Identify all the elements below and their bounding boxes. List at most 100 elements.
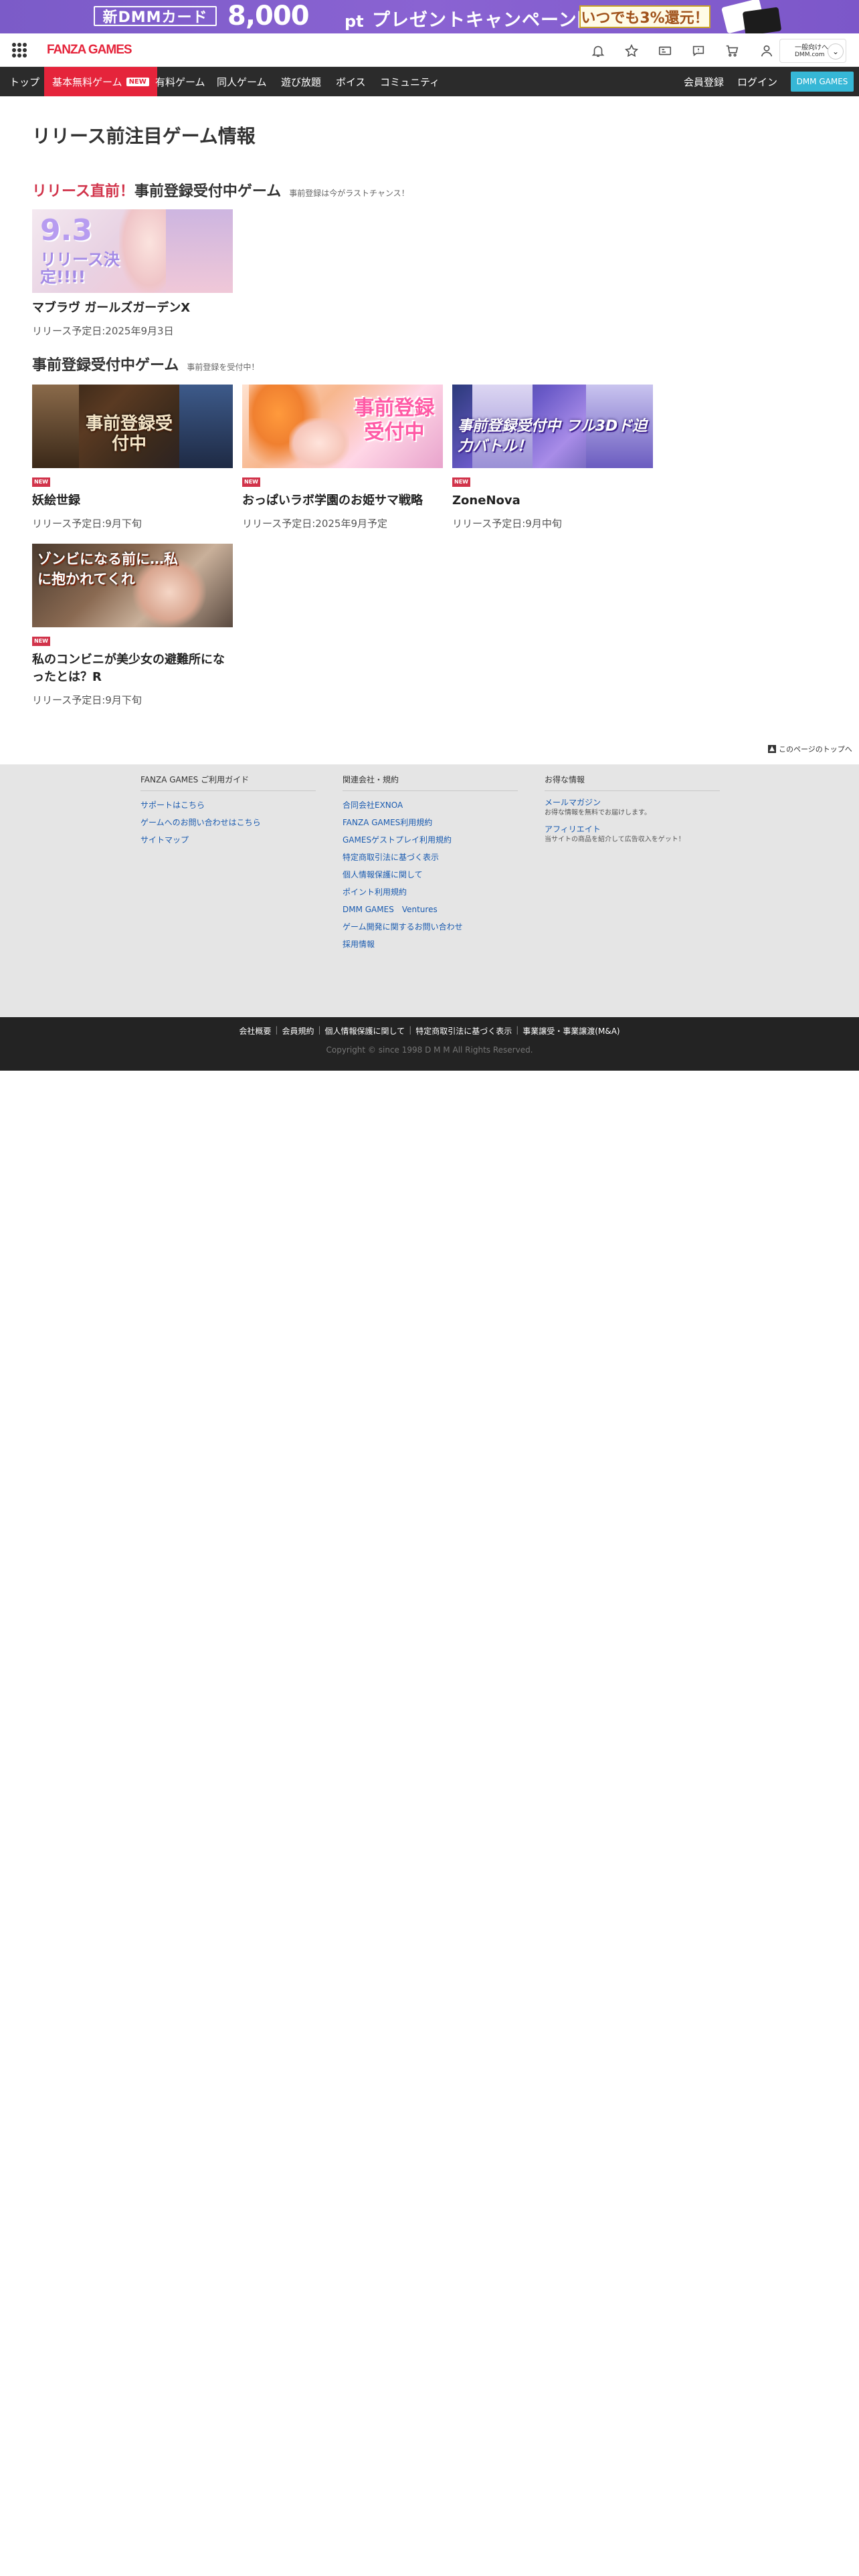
affiliate-desc: 当サイトの商品を紹介して広告収入をゲット！: [545, 836, 685, 843]
section-subtitle: 事前登録を受付中！: [187, 362, 260, 372]
thumb-date: 9.3: [40, 213, 92, 247]
company-link[interactable]: 会社概要: [239, 1025, 271, 1037]
footer-related-heading: 関連会社・規約: [343, 774, 518, 791]
nav-community[interactable]: コミュニティ: [372, 67, 448, 96]
exnoa-link[interactable]: 合同会社EXNOA: [343, 796, 518, 814]
nav-unlimited[interactable]: 遊び放題: [273, 67, 329, 96]
thumb-title: ゾンビになる前に…私に抱かれてくれ: [37, 551, 178, 587]
footer-guide: FANZA GAMES ご利用ガイド サポートはこちら ゲームへのお問い合わせは…: [140, 774, 316, 849]
point-terms-link[interactable]: ポイント利用規約: [343, 883, 518, 901]
site-logo[interactable]: FANZA GAMES: [47, 43, 132, 58]
star-icon[interactable]: [622, 41, 641, 60]
nav-free-games[interactable]: 基本無料ゲーム NEW: [44, 67, 157, 96]
login-label: ログイン: [737, 76, 778, 88]
game-card[interactable]: 事前登録受付中 NEW おっぱいラボ学園のお姫サマ戦略 リリース予定日:2025…: [242, 385, 443, 530]
campaign-banner[interactable]: 新DMMカード 8,000 pt プレゼントキャンペーン開催中！ いつでも3%還…: [0, 0, 859, 33]
game-card[interactable]: 9.3 リリース決定!!!! マブラヴ ガールズガーデンX リリース予定日:20…: [32, 209, 233, 338]
game-inquiry-link[interactable]: ゲームへのお問い合わせはこちら: [140, 814, 316, 831]
message-icon[interactable]: [689, 41, 708, 60]
nav-top[interactable]: トップ: [1, 67, 47, 96]
copyright: Copyright © since 1998 D M M All Rights …: [326, 1045, 533, 1055]
game-thumbnail[interactable]: 事前登録受付中: [242, 385, 443, 468]
game-name[interactable]: おっぱいラボ学園のお姫サマ戦略: [242, 492, 443, 510]
library-icon[interactable]: [656, 41, 674, 60]
support-link[interactable]: サポートはこちら: [140, 796, 316, 814]
release-date: リリース予定日:9月下旬: [32, 518, 142, 530]
footer-related: 関連会社・規約 合同会社EXNOA FANZA GAMES利用規約 GAMESゲ…: [343, 774, 518, 953]
commerce-law-link[interactable]: 特定商取引法に基づく表示: [343, 849, 518, 866]
game-card[interactable]: 事前登録受付中 NEW 妖絵世録 リリース予定日:9月下旬: [32, 385, 233, 530]
game-name[interactable]: 私のコンビニが美少女の避難所になったとは？R: [32, 651, 233, 686]
banner-amount: 8,000: [227, 1, 310, 31]
nav-doujin-games[interactable]: 同人ゲーム: [209, 67, 275, 96]
nav-paid-games[interactable]: 有料ゲーム: [147, 67, 213, 96]
user-icon[interactable]: [757, 41, 776, 60]
thumb-title: 事前登録受付中: [85, 414, 173, 454]
affiliate-link[interactable]: アフィリエイト: [545, 823, 720, 835]
section-title-red: リリース直前！: [32, 183, 134, 200]
character-art-right: [166, 209, 233, 293]
recruit-link[interactable]: 採用情報: [343, 936, 518, 953]
commerce-bottom-link[interactable]: 特定商取引法に基づく表示: [415, 1025, 512, 1037]
chevron-down-icon[interactable]: ⌄: [828, 43, 844, 60]
new-badge: NEW: [32, 477, 50, 487]
game-name[interactable]: ZoneNova: [452, 492, 653, 510]
character-art-right: [179, 385, 233, 468]
nav-community-label: コミュニティ: [380, 76, 440, 88]
cart-icon[interactable]: [723, 41, 741, 60]
game-card[interactable]: 事前登録受付中 フル3Dド迫力バトル！ NEW ZoneNova リリース予定日…: [452, 385, 653, 530]
new-badge: NEW: [452, 477, 470, 487]
footer-deals: お得な情報 メールマガジン お得な情報を無料でお届けします。 アフィリエイト 当…: [545, 774, 720, 850]
nav-free-games-label: 基本無料ゲーム: [52, 76, 122, 88]
sitemap-link[interactable]: サイトマップ: [140, 831, 316, 849]
game-thumbnail[interactable]: 事前登録受付中 フル3Dド迫力バトル！: [452, 385, 653, 468]
page-title: リリース前注目ゲーム情報: [32, 125, 256, 147]
terms-link[interactable]: FANZA GAMES利用規約: [343, 814, 518, 831]
nav-paid-games-label: 有料ゲーム: [155, 76, 205, 88]
game-thumbnail[interactable]: ゾンビになる前に…私に抱かれてくれ: [32, 544, 233, 627]
arrow-up-icon: ▲: [768, 745, 776, 753]
bell-icon[interactable]: [589, 41, 607, 60]
banner-card-label: 新DMMカード: [94, 6, 217, 26]
nav-doujin-games-label: 同人ゲーム: [217, 76, 267, 88]
nav-voice[interactable]: ボイス: [328, 67, 374, 96]
privacy-link[interactable]: 個人情報保護に関して: [343, 866, 518, 883]
page-top-label: このページのトップへ: [779, 745, 852, 754]
member-terms-link[interactable]: 会員規約: [282, 1025, 314, 1037]
footer-deals-heading: お得な情報: [545, 774, 720, 791]
ventures-link[interactable]: DMM GAMES Ventures: [343, 901, 518, 918]
privacy-bottom-link[interactable]: 個人情報保護に関して: [325, 1025, 405, 1037]
site-header: FANZA GAMES 一般向けへ DMM.com ⌄: [0, 33, 859, 67]
game-card[interactable]: ゾンビになる前に…私に抱かれてくれ NEW 私のコンビニが美少女の避難所になった…: [32, 544, 233, 707]
footer-bottom: 会社概要 | 会員規約 | 個人情報保護に関して | 特定商取引法に基づく表示 | 事業…: [0, 1017, 859, 1071]
release-date: リリース予定日:2025年9月予定: [242, 518, 388, 530]
footer-guide-heading: FANZA GAMES ご利用ガイド: [140, 774, 316, 791]
page-top-link[interactable]: ▲ このページのトップへ: [768, 744, 852, 754]
login-link[interactable]: ログイン: [729, 67, 785, 96]
apps-grid-icon[interactable]: [12, 43, 27, 58]
game-thumbnail[interactable]: 事前登録受付中: [32, 385, 233, 468]
thumb-release-text: リリース決定!!!!: [40, 250, 120, 286]
game-thumbnail[interactable]: 9.3 リリース決定!!!!: [32, 209, 233, 293]
nav-voice-label: ボイス: [336, 76, 366, 88]
nav-unlimited-label: 遊び放題: [281, 76, 322, 88]
dev-inquiry-link[interactable]: ゲーム開発に関するお問い合わせ: [343, 918, 518, 936]
release-date: リリース予定日:2025年9月3日: [32, 325, 174, 337]
general-site-switch[interactable]: 一般向けへ DMM.com ⌄: [779, 39, 846, 63]
mail-magazine-link[interactable]: メールマガジン: [545, 796, 720, 809]
game-name[interactable]: 妖絵世録: [32, 492, 233, 510]
character-art-left: [32, 385, 79, 468]
register-link[interactable]: 会員登録: [676, 67, 732, 96]
ma-link[interactable]: 事業譲受・事業譲渡(M&A): [522, 1025, 619, 1037]
banner-cashback: いつでも3%還元！: [579, 5, 710, 28]
site-footer: FANZA GAMES ご利用ガイド サポートはこちら ゲームへのお問い合わせは…: [0, 764, 859, 1017]
thumb-title: 事前登録受付中: [354, 397, 435, 444]
new-badge: NEW: [126, 77, 149, 86]
dmm-games-button[interactable]: DMM GAMES: [791, 72, 854, 92]
game-name[interactable]: マブラヴ ガールズガーデンX: [32, 300, 233, 317]
nav-top-label: トップ: [9, 76, 40, 88]
bottom-links: 会社概要 | 会員規約 | 個人情報保護に関して | 特定商取引法に基づく表示 | 事業…: [239, 1025, 620, 1037]
guest-terms-link[interactable]: GAMESゲストプレイ利用規約: [343, 831, 518, 849]
banner-unit: pt: [345, 12, 364, 31]
section-title-text: 事前登録受付中ゲーム: [134, 183, 282, 200]
